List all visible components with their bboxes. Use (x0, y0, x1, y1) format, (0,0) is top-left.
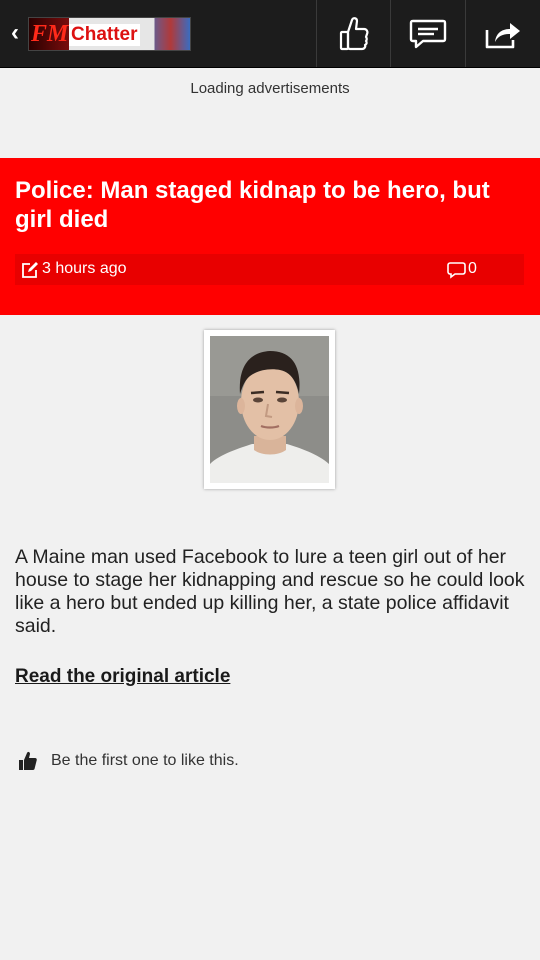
edit-icon (22, 262, 38, 278)
article-header: Police: Man staged kidnap to be hero, bu… (0, 158, 540, 315)
like-button[interactable] (316, 0, 390, 67)
share-icon (485, 22, 520, 48)
thumbs-up-icon (339, 16, 368, 50)
logo-text: Chatter (69, 24, 140, 46)
comment-count[interactable]: 0 (468, 259, 477, 279)
read-original-link[interactable]: Read the original article (15, 666, 230, 688)
article-body: A Maine man used Facebook to lure a teen… (15, 546, 525, 637)
advertisement-placeholder: Loading advertisements (190, 80, 350, 97)
article-title: Police: Man staged kidnap to be hero, bu… (15, 177, 490, 233)
article-time: 3 hours ago (42, 260, 127, 277)
chevron-left-icon: ‹ (11, 19, 19, 46)
top-bar: ‹ FM Chatter (0, 0, 540, 68)
comments-button[interactable] (390, 0, 464, 67)
comment-count-icon (447, 262, 466, 279)
back-button[interactable]: ‹ (4, 18, 26, 48)
share-button[interactable] (465, 0, 539, 67)
mugshot-image (210, 336, 329, 483)
app-logo: FM Chatter (28, 17, 191, 51)
logo-prefix: FM (31, 21, 69, 47)
article-photo[interactable] (204, 330, 335, 489)
like-prompt: Be the first one to like this. (51, 752, 239, 769)
article-meta: 3 hours ago 0 (15, 254, 524, 285)
thumbs-up-small-icon[interactable] (18, 751, 38, 771)
comment-icon (409, 19, 446, 48)
